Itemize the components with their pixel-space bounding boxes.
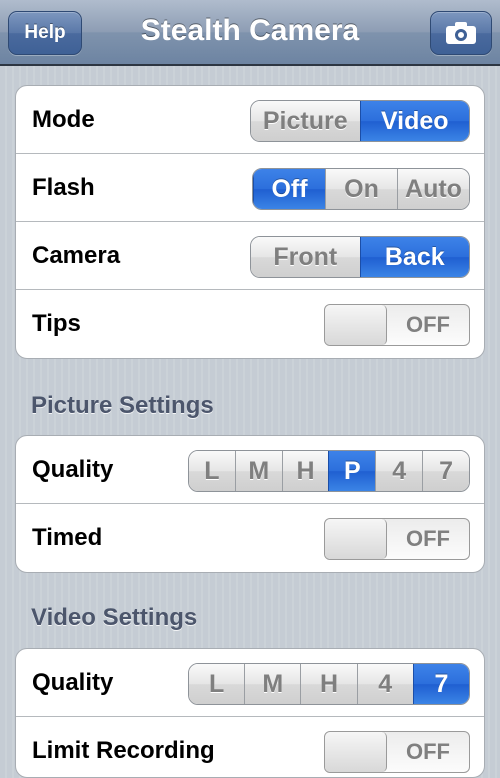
tips-row: Tips OFF xyxy=(16,290,484,358)
segment-option-back[interactable]: Back xyxy=(359,237,469,277)
video-quality-segmented-control: LMH47 xyxy=(188,663,470,705)
general-settings-group: Mode Picture Video Flash Off On Auto Camera… xyxy=(15,85,485,359)
segment-option-video[interactable]: Video xyxy=(359,101,469,141)
segment-option-m[interactable]: M xyxy=(234,451,282,491)
segment-option-4[interactable]: 4 xyxy=(356,664,413,704)
mode-segmented-control: Picture Video xyxy=(250,100,470,142)
flash-row: Flash Off On Auto xyxy=(16,154,484,222)
toggle-knob xyxy=(325,732,387,772)
video-settings-group: Quality LMH47 Limit Recording OFF xyxy=(15,648,485,778)
toggle-knob xyxy=(325,519,387,559)
segment-option-h[interactable]: H xyxy=(281,451,329,491)
timed-label: Timed xyxy=(32,524,103,551)
picture-quality-row: Quality LMHP47 xyxy=(16,436,484,504)
segment-option-off[interactable]: Off xyxy=(253,169,325,209)
camera-segmented-control: Front Back xyxy=(250,236,470,278)
toggle-state: OFF xyxy=(406,526,450,551)
timed-row: Timed OFF xyxy=(16,504,484,572)
limit-recording-label: Limit Recording xyxy=(32,737,215,764)
picture-settings-group: Quality LMHP47 Timed OFF xyxy=(15,435,485,573)
segment-option-p[interactable]: P xyxy=(328,451,376,491)
segment-option-picture[interactable]: Picture xyxy=(251,101,360,141)
video-quality-row: Quality LMH47 xyxy=(16,649,484,717)
camera-label: Camera xyxy=(32,242,121,269)
segment-option-l[interactable]: L xyxy=(189,664,245,704)
segment-option-l[interactable]: L xyxy=(189,451,235,491)
page-title: Stealth Camera xyxy=(140,14,360,47)
navigation-bar: Help Stealth Camera xyxy=(0,0,500,66)
mode-label: Mode xyxy=(32,106,95,133)
segment-option-m[interactable]: M xyxy=(244,664,301,704)
picture-quality-segmented-control: LMHP47 xyxy=(188,450,470,492)
timed-toggle[interactable]: OFF xyxy=(324,518,470,560)
camera-icon xyxy=(446,22,476,44)
picture-quality-label: Quality xyxy=(32,456,114,483)
video-quality-label: Quality xyxy=(32,669,114,696)
tips-label: Tips xyxy=(32,310,81,337)
flash-segmented-control: Off On Auto xyxy=(252,168,470,210)
toggle-state: OFF xyxy=(406,739,450,764)
mode-row: Mode Picture Video xyxy=(16,86,484,154)
tips-toggle[interactable]: OFF xyxy=(324,304,470,346)
segment-option-front[interactable]: Front xyxy=(251,237,360,277)
limit-recording-row: Limit Recording OFF xyxy=(16,717,484,777)
camera-button[interactable] xyxy=(430,11,492,55)
segment-option-7[interactable]: 7 xyxy=(412,664,469,704)
segment-option-auto[interactable]: Auto xyxy=(397,169,469,209)
toggle-state: OFF xyxy=(406,312,450,337)
limit-recording-toggle[interactable]: OFF xyxy=(324,731,470,773)
camera-row: Camera Front Back xyxy=(16,222,484,290)
segment-option-on[interactable]: On xyxy=(325,169,397,209)
segment-option-4[interactable]: 4 xyxy=(375,451,423,491)
segment-option-7[interactable]: 7 xyxy=(422,451,469,491)
toggle-knob xyxy=(325,305,387,345)
picture-settings-header: Picture Settings xyxy=(31,392,214,419)
video-settings-header: Video Settings xyxy=(31,604,198,631)
flash-label: Flash xyxy=(32,174,95,201)
segment-option-h[interactable]: H xyxy=(300,664,357,704)
